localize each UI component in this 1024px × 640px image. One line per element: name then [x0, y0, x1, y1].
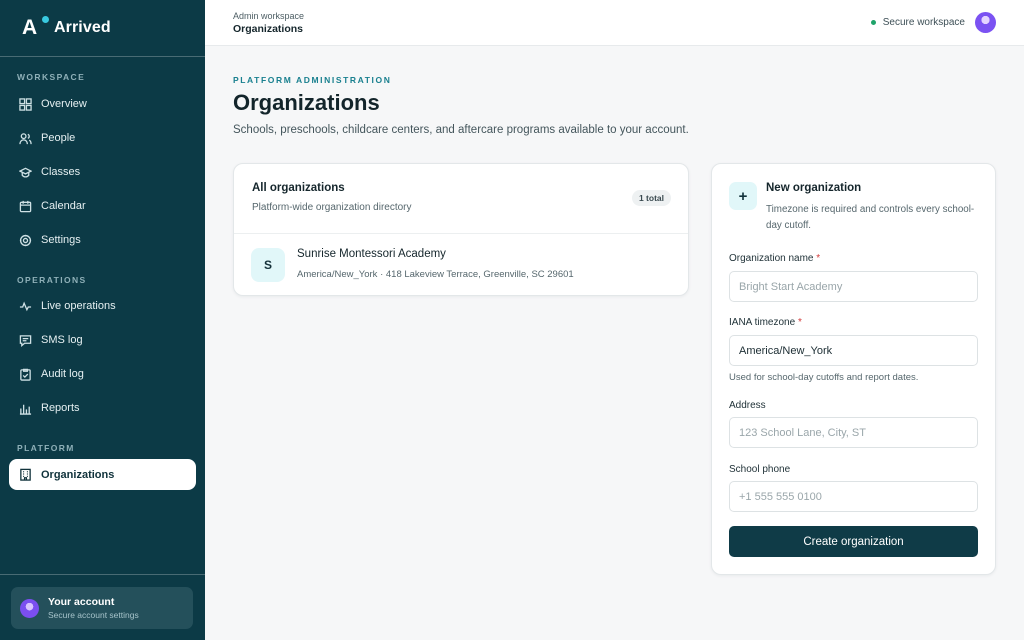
- topbar: Admin workspace Organizations Secure wor…: [205, 0, 1024, 46]
- brand[interactable]: A Arrived: [0, 0, 205, 57]
- sidebar-item-label: People: [41, 132, 76, 144]
- page-eyebrow: PLATFORM ADMINISTRATION: [233, 75, 392, 85]
- sidebar-item-label: Organizations: [41, 468, 115, 481]
- timezone-input[interactable]: [729, 335, 978, 366]
- sidebar-item-live-operations[interactable]: Live operations: [9, 291, 196, 321]
- sidebar-item-people[interactable]: People: [9, 123, 196, 153]
- calendar-icon: [18, 199, 32, 213]
- sidebar-item-label: Settings: [41, 234, 81, 246]
- org-meta: America/New_York · 418 Lakeview Terrace,…: [297, 269, 574, 280]
- account-button[interactable]: Your account Secure account settings: [11, 587, 193, 629]
- sidebar-item-settings[interactable]: Settings: [9, 225, 196, 255]
- clipboard-icon: [18, 367, 32, 381]
- sidebar-item-audit-log[interactable]: Audit log: [9, 359, 196, 389]
- school-phone-input[interactable]: [729, 481, 978, 512]
- sidebar-item-label: SMS log: [41, 334, 83, 346]
- page-description: Schools, preschools, childcare centers, …: [233, 124, 689, 136]
- brand-name: Arrived: [54, 19, 111, 36]
- new-organization-card: + New organization Timezone is required …: [711, 163, 996, 575]
- avatar: [20, 598, 39, 618]
- account-title: Your account: [48, 596, 115, 608]
- user-avatar[interactable]: [975, 12, 996, 33]
- list-title: All organizations: [252, 182, 345, 194]
- phone-label: School phone: [729, 464, 791, 475]
- list-header: All organizations Platform-wide organiza…: [234, 164, 688, 234]
- sidebar-item-overview[interactable]: Overview: [9, 89, 196, 119]
- sidebar-item-label: Audit log: [41, 368, 84, 380]
- sidebar-item-label: Classes: [41, 166, 81, 178]
- org-initial-avatar: S: [251, 248, 285, 282]
- account-subtitle: Secure account settings: [48, 610, 139, 620]
- address-input[interactable]: [729, 417, 978, 448]
- form-subtitle: Timezone is required and controls every …: [766, 204, 975, 231]
- timezone-help: Used for school-day cutoffs and report d…: [729, 372, 919, 383]
- gear-icon: [18, 233, 32, 247]
- list-subtitle: Platform-wide organization directory: [252, 202, 412, 213]
- section-label-operations: OPERATIONS: [17, 275, 87, 285]
- chat-icon: [18, 333, 32, 347]
- breadcrumb-current: Organizations: [233, 23, 304, 35]
- pulse-icon: [18, 299, 32, 313]
- org-name: Sunrise Montessori Academy: [297, 248, 446, 260]
- breadcrumb-parent[interactable]: Admin workspace: [233, 11, 304, 21]
- brand-logo-icon: A: [22, 16, 49, 39]
- grid-icon: [18, 97, 32, 111]
- sidebar: A Arrived WORKSPACE Overview People Clas…: [0, 0, 205, 640]
- page-title: Organizations: [233, 90, 380, 115]
- organization-name-label: Organization name *: [729, 253, 821, 264]
- sidebar-item-reports[interactable]: Reports: [9, 393, 196, 423]
- graduation-cap-icon: [18, 165, 32, 179]
- create-organization-button[interactable]: Create organization: [729, 526, 978, 557]
- plus-icon: +: [729, 182, 757, 210]
- address-label: Address: [729, 400, 766, 411]
- sidebar-item-label: Live operations: [41, 300, 116, 312]
- section-label-platform: PLATFORM: [17, 443, 75, 453]
- list-item[interactable]: S Sunrise Montessori Academy America/New…: [234, 234, 688, 296]
- sidebar-item-calendar[interactable]: Calendar: [9, 191, 196, 221]
- people-icon: [18, 131, 32, 145]
- bar-chart-icon: [18, 401, 32, 415]
- required-marker: *: [816, 253, 821, 264]
- sidebar-item-label: Calendar: [41, 200, 86, 212]
- sidebar-item-classes[interactable]: Classes: [9, 157, 196, 187]
- organizations-list-card: All organizations Platform-wide organiza…: [233, 163, 689, 296]
- form-title: New organization: [766, 182, 862, 194]
- secure-status: Secure workspace: [870, 17, 965, 28]
- sidebar-item-sms-log[interactable]: SMS log: [9, 325, 196, 355]
- count-badge: 1 total: [631, 190, 671, 206]
- section-label-workspace: WORKSPACE: [17, 72, 86, 82]
- required-marker: *: [797, 317, 802, 328]
- timezone-label: IANA timezone *: [729, 317, 802, 328]
- building-icon: [18, 468, 32, 482]
- secure-status-label: Secure workspace: [882, 17, 965, 28]
- sidebar-item-label: Reports: [41, 402, 80, 414]
- sidebar-footer: Your account Secure account settings: [0, 574, 205, 640]
- status-dot-icon: [870, 20, 876, 25]
- sidebar-item-label: Overview: [41, 98, 87, 110]
- sidebar-item-organizations[interactable]: Organizations: [9, 459, 196, 490]
- organization-name-input[interactable]: [729, 271, 978, 302]
